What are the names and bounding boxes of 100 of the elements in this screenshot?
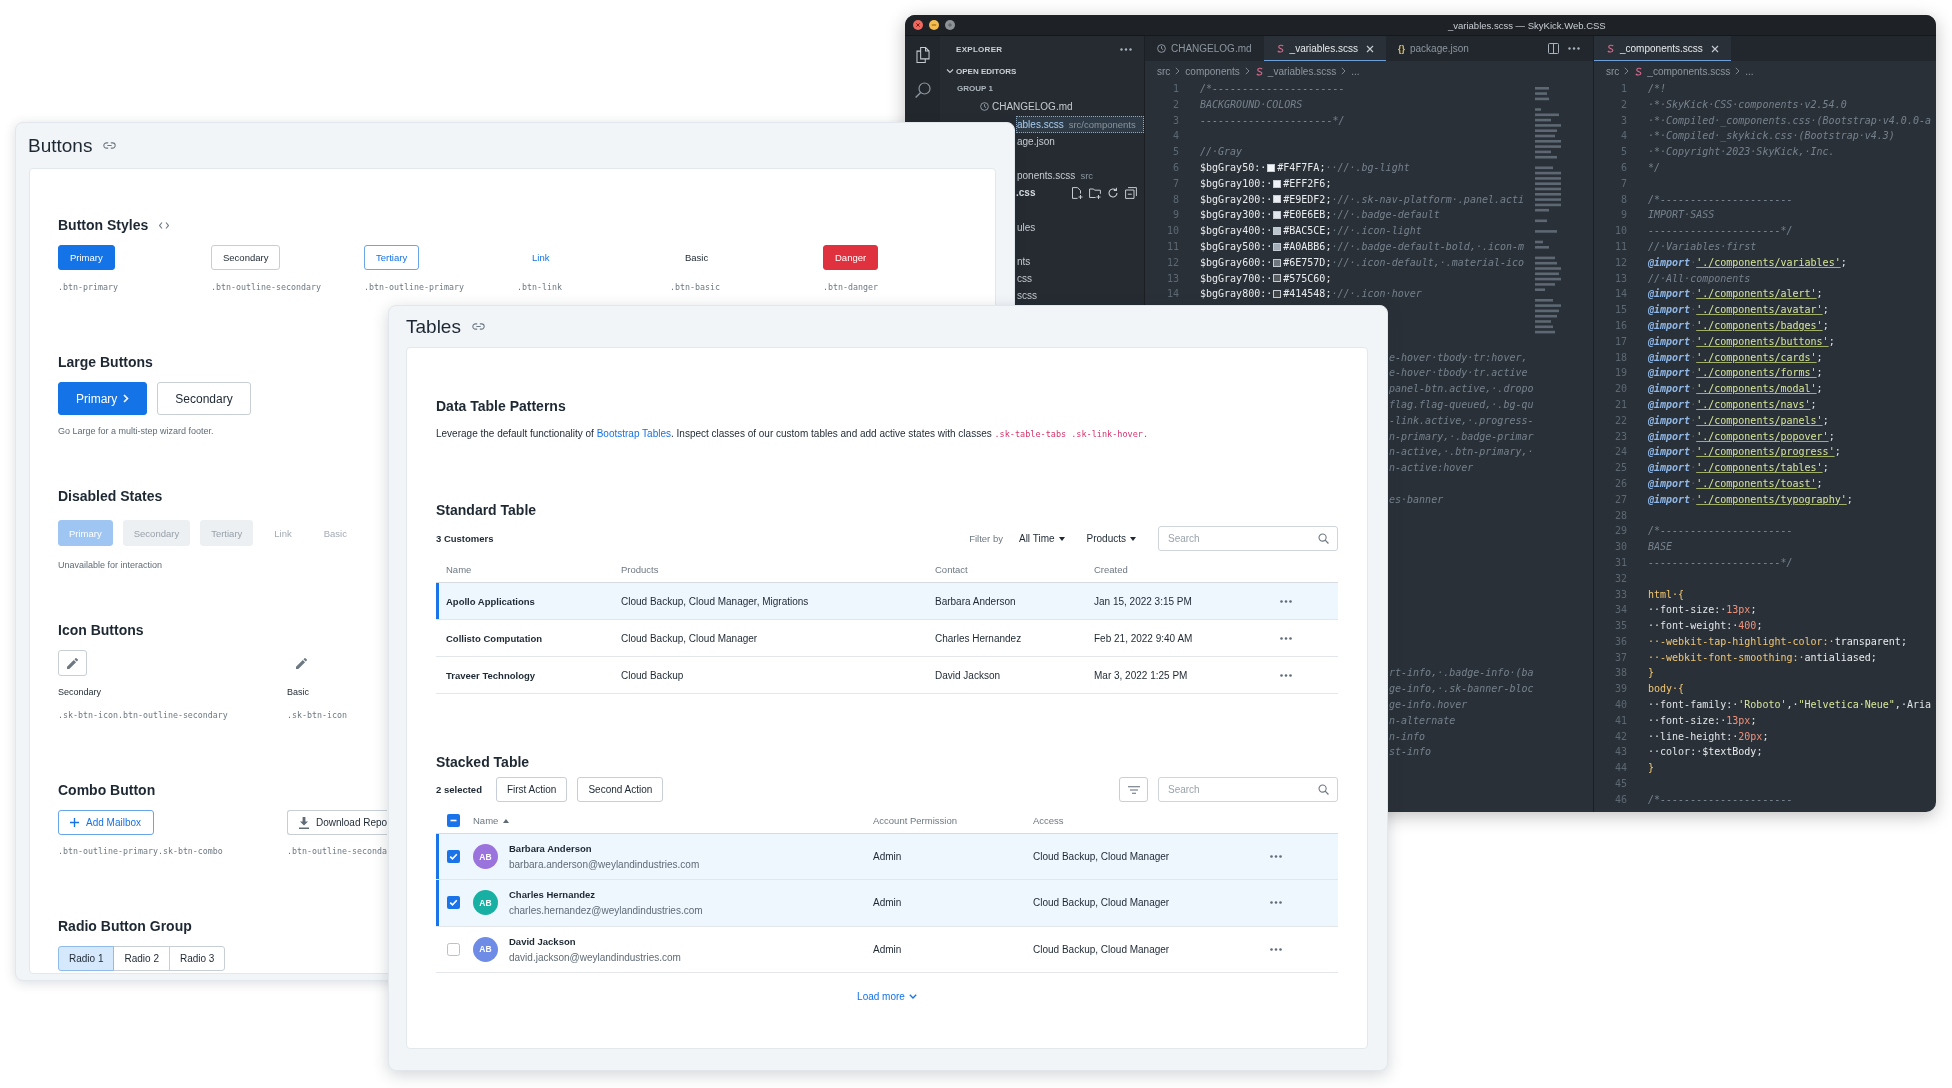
line-number: 10 (1165, 224, 1180, 239)
filter-dropdown[interactable]: All Time (1018, 533, 1065, 544)
maximize-icon[interactable] (945, 20, 955, 30)
line-number: 42 (1613, 729, 1628, 744)
section-heading: Large Buttons (58, 354, 153, 370)
radio-option[interactable]: Radio 3 (168, 946, 226, 971)
tertiary-button[interactable]: Tertiary (364, 245, 420, 270)
checkbox[interactable] (447, 942, 460, 956)
new-file-icon[interactable] (1071, 186, 1083, 199)
add-button[interactable]: Add Mailbox (58, 810, 155, 835)
table-row[interactable]: AB Charles Hernandez charles.hernandez@weylandindustries.com Admin Cloud Backup, Cloud Manager (436, 880, 1338, 927)
file-item[interactable]: ponents.scss src (1016, 167, 1144, 185)
breadcrumb-item[interactable]: ... (1745, 65, 1754, 77)
action-button[interactable]: First Action (495, 777, 568, 802)
collapse-all-icon[interactable] (1125, 186, 1137, 199)
column-header: Products (620, 563, 660, 575)
table-row[interactable]: Collisto Computation Cloud Backup, Cloud Manager Charles Hernandez Feb 21, 2022 9:40 AM (436, 620, 1338, 657)
swirl-icon (1254, 66, 1264, 76)
more-icon[interactable] (1270, 855, 1282, 859)
file-item[interactable]: nts (1016, 253, 1144, 271)
code-icon[interactable] (159, 221, 170, 229)
close-icon[interactable] (1710, 44, 1719, 53)
download-button[interactable]: Download Repo (287, 810, 388, 835)
avatar: AB (473, 890, 498, 916)
search-field[interactable]: Search (1158, 526, 1338, 551)
checkbox[interactable] (447, 850, 460, 864)
load-more-link[interactable]: Load more (857, 989, 917, 1004)
class-name-text: .btn-outline-primary (364, 281, 464, 294)
more-icon[interactable] (1568, 47, 1580, 50)
column-header[interactable]: Access (1033, 815, 1064, 826)
column-header[interactable]: Name (473, 815, 510, 826)
filter-dropdown[interactable]: Products (1086, 533, 1136, 544)
select-all-checkbox[interactable] (447, 814, 460, 827)
split-view-icon[interactable] (1548, 43, 1559, 54)
file-item[interactable]: ules (1016, 218, 1144, 236)
file-item[interactable]: ables.scss src/components (1016, 115, 1144, 133)
table-row[interactable]: Apollo Applications Cloud Backup, Cloud Manager, Migrations Barbara Anderson Jan 15, 2022 3:15 PM (436, 583, 1338, 620)
table-cell-text: Mar 3, 2022 1:25 PM (1093, 669, 1189, 681)
link-button[interactable]: Link (517, 245, 565, 270)
table-cell-text: Cloud Backup, Cloud Manager, Migrations (620, 595, 810, 607)
more-icon[interactable] (1280, 673, 1292, 677)
minimize-icon[interactable] (929, 20, 939, 30)
file-item[interactable]: age.json (1016, 132, 1144, 150)
person-name: Barbara Anderson (509, 842, 593, 856)
table-row[interactable]: AB Barbara Anderson barbara.anderson@weylandindustries.com Admin Cloud Backup, Cloud Manager (436, 834, 1338, 881)
filter-button[interactable] (1119, 777, 1148, 802)
refresh-icon[interactable] (1107, 186, 1119, 199)
inline-link[interactable]: Bootstrap Tables (596, 428, 671, 439)
breadcrumb-item[interactable]: _variables.scss (1254, 65, 1337, 77)
section-header[interactable]: OPEN EDITORS (940, 62, 1017, 80)
close-icon[interactable] (1365, 44, 1374, 53)
editor-tab[interactable]: _components.scss (1594, 36, 1731, 61)
more-icon[interactable] (1270, 901, 1282, 905)
breadcrumb-item[interactable]: src (1606, 65, 1620, 77)
primary-button[interactable]: Primary (58, 382, 148, 415)
new-folder-icon[interactable] (1089, 186, 1101, 199)
radio-option[interactable]: Radio 1 (58, 946, 115, 971)
checkbox[interactable] (447, 896, 460, 910)
panel-title: Buttons (28, 134, 93, 157)
file-item[interactable]: css (1016, 270, 1144, 288)
secondary-button[interactable]: Secondary (157, 382, 251, 415)
line-number: 27 (1613, 492, 1628, 507)
editor-tab[interactable]: _variables.scss (1263, 36, 1386, 61)
column-header[interactable]: Account Permission (873, 815, 957, 826)
more-icon[interactable] (1280, 636, 1292, 640)
search-icon[interactable] (914, 82, 931, 98)
editor-tab[interactable]: {} package.json (1385, 36, 1481, 61)
editor-tab[interactable]: CHANGELOG.md (1145, 36, 1264, 61)
edit-button[interactable] (58, 650, 87, 676)
breadcrumb-item[interactable]: ... (1351, 65, 1360, 77)
more-icon[interactable] (1280, 599, 1292, 603)
more-icon[interactable] (1270, 947, 1282, 951)
line-number: 9 (1171, 208, 1180, 223)
folder-name[interactable]: .css (1016, 187, 1036, 199)
primary-button[interactable]: Primary (58, 245, 115, 270)
file-item[interactable]: CHANGELOG.md (940, 97, 1073, 116)
secondary-button[interactable]: Secondary (211, 245, 281, 270)
code-line: n-info (1389, 729, 1427, 744)
breadcrumb-item[interactable]: components (1185, 65, 1240, 77)
action-button[interactable]: Second Action (577, 777, 664, 802)
code-line: es·banner (1389, 492, 1445, 507)
class-name-text: .btn-basic (670, 281, 720, 294)
search-field[interactable]: Search (1158, 777, 1338, 802)
line-number: 2 (1171, 97, 1180, 112)
code-line: e-hover·tbody·tr.active (1389, 366, 1529, 381)
breadcrumb-item[interactable]: src (1157, 65, 1171, 77)
code-text: $bgGray400:· (1200, 224, 1273, 239)
files-icon[interactable] (914, 47, 931, 63)
file-item[interactable]: scss (1016, 287, 1144, 305)
more-icon[interactable] (1120, 47, 1132, 51)
table-row[interactable]: Traveer Technology Cloud Backup David Jackson Mar 3, 2022 1:25 PM (436, 657, 1338, 694)
link-icon[interactable] (103, 142, 117, 149)
link-icon[interactable] (471, 323, 485, 330)
breadcrumb-item[interactable]: _components.scss (1634, 65, 1731, 77)
close-icon[interactable] (913, 20, 923, 30)
danger-button[interactable]: Danger (823, 245, 879, 270)
text-button[interactable]: Basic (670, 245, 724, 270)
table-row[interactable]: AB David Jackson david.jackson@weylandindustries.com Admin Cloud Backup, Cloud Manager (436, 926, 1338, 973)
code-line: @import·'./components/avatar'; (1648, 303, 1830, 318)
radio-option[interactable]: Radio 2 (113, 946, 170, 971)
